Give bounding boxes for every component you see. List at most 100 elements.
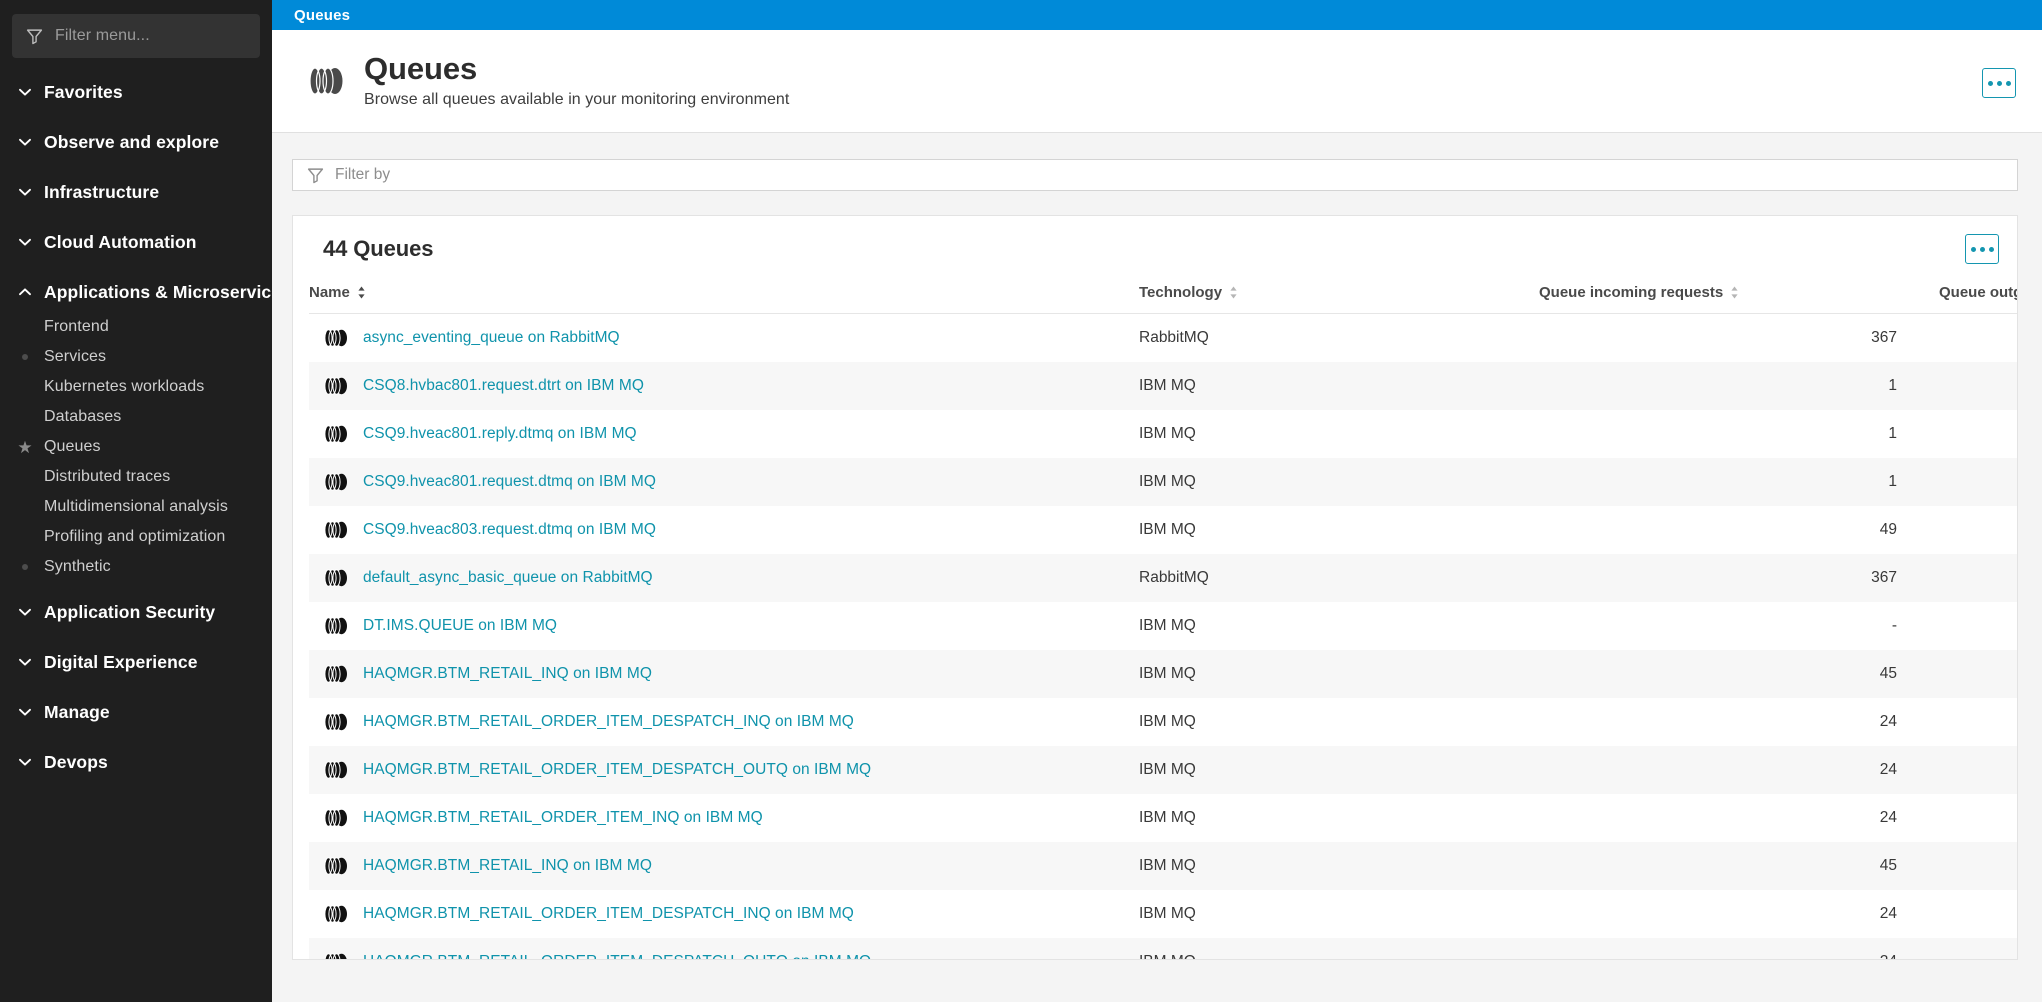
name-cell-wrapper: HAQMGR.BTM_RETAIL_INQ on IBM MQ [323, 855, 1139, 877]
cell-queue-incoming-requests: 367 [1871, 328, 1897, 346]
queue-name-link[interactable]: CSQ9.hveac801.reply.dtmq on IBM MQ [363, 425, 637, 443]
table-row[interactable]: HAQMGR.BTM_RETAIL_ORDER_ITEM_DESPATCH_IN… [309, 890, 2017, 938]
queue-name-link[interactable]: async_eventing_queue on RabbitMQ [363, 329, 620, 347]
table-row[interactable]: default_async_basic_queue on RabbitMQ Rab… [309, 553, 2017, 602]
page-actions-kebab-button[interactable] [1982, 68, 2016, 98]
name-cell-wrapper: CSQ9.hveac801.request.dtmq on IBM MQ [323, 471, 1139, 493]
funnel-icon [307, 167, 324, 183]
cell-name: HAQMGR.BTM_RETAIL_ORDER_ITEM_DESPATCH_IN… [309, 890, 1139, 938]
table-row[interactable]: CSQ9.hveac803.request.dtmq on IBM MQ IBM … [309, 506, 2017, 554]
sidebar-item-distributed-traces[interactable]: Distributed traces [0, 462, 272, 492]
sidebar-group-infrastructure[interactable]: Infrastructure [0, 172, 272, 212]
table-row[interactable]: CSQ8.hvbac801.request.dtrt on IBM MQ IBM … [309, 361, 2017, 410]
chevron-down-icon [19, 708, 31, 716]
column-header-queue-incoming-requests[interactable]: Queue incoming requests [1539, 278, 1939, 314]
table-row[interactable]: CSQ9.hveac801.request.dtmq on IBM MQ IBM … [309, 457, 2017, 506]
cell-technology: IBM MQ [1139, 424, 1196, 442]
queue-name-link[interactable]: HAQMGR.BTM_RETAIL_ORDER_ITEM_DESPATCH_IN… [363, 905, 854, 923]
sidebar-group-cloud-automation[interactable]: Cloud Automation [0, 222, 272, 262]
table-row[interactable]: HAQMGR.BTM_RETAIL_ORDER_ITEM_DESPATCH_OU… [309, 937, 2017, 960]
queue-name-link[interactable]: CSQ8.hvbac801.request.dtrt on IBM MQ [363, 377, 644, 395]
sidebar-group-applications-microservices[interactable]: Applications & Microservices [0, 272, 272, 312]
sidebar-group-observe-and-explore[interactable]: Observe and explore [0, 122, 272, 162]
queue-name-link[interactable]: CSQ9.hveac803.request.dtmq on IBM MQ [363, 521, 656, 539]
cell-name: HAQMGR.BTM_RETAIL_ORDER_ITEM_DESPATCH_OU… [309, 745, 1139, 794]
sidebar-item-queues[interactable]: ★ Queues [0, 432, 272, 462]
cell-technology: RabbitMQ [1139, 553, 1539, 602]
sidebar-group-devops[interactable]: Devops [0, 742, 272, 782]
sort-arrows-icon [358, 286, 365, 299]
queue-name-link[interactable]: default_async_basic_queue on RabbitMQ [363, 569, 653, 587]
filter-by-input[interactable]: Filter by [292, 159, 2018, 191]
table-row[interactable]: HAQMGR.BTM_RETAIL_ORDER_ITEM_DESPATCH_OU… [309, 745, 2017, 794]
column-header-name[interactable]: Name [309, 278, 1139, 314]
table-row[interactable]: HAQMGR.BTM_RETAIL_ORDER_ITEM_DESPATCH_IN… [309, 698, 2017, 746]
table-actions-kebab-button[interactable] [1965, 234, 1999, 264]
chevron-down-icon [19, 188, 31, 196]
sidebar-group-label: Application Security [44, 601, 216, 622]
sidebar-item-multidimensional-analysis[interactable]: Multidimensional analysis [0, 492, 272, 522]
cell-technology: IBM MQ [1139, 520, 1196, 538]
name-cell-wrapper: HAQMGR.BTM_RETAIL_ORDER_ITEM_DESPATCH_OU… [323, 951, 1139, 960]
sidebar-item-synthetic[interactable]: Synthetic [0, 552, 272, 582]
queue-stack-icon [324, 616, 347, 635]
kebab-dot-icon [1987, 80, 1993, 86]
sidebar-filter-menu-input[interactable]: Filter menu... [12, 14, 260, 58]
column-header-technology[interactable]: Technology [1139, 278, 1539, 314]
queue-name-link[interactable]: DT.IMS.QUEUE on IBM MQ [363, 617, 557, 635]
queue-name-link[interactable]: HAQMGR.BTM_RETAIL_INQ on IBM MQ [363, 857, 652, 875]
table-row[interactable]: HAQMGR.BTM_RETAIL_INQ on IBM MQ IBM MQ454… [309, 841, 2017, 890]
sidebar-group-digital-experience[interactable]: Digital Experience [0, 642, 272, 682]
marker-spacer [16, 528, 34, 546]
queue-name-link[interactable]: HAQMGR.BTM_RETAIL_ORDER_ITEM_DESPATCH_OU… [363, 761, 871, 779]
sidebar-group-application-security[interactable]: Application Security [0, 592, 272, 632]
queue-name-link[interactable]: HAQMGR.BTM_RETAIL_INQ on IBM MQ [363, 665, 652, 683]
cell-queue-incoming-requests: 45 [1539, 649, 1939, 698]
cell-name: HAQMGR.BTM_RETAIL_INQ on IBM MQ [309, 841, 1139, 890]
queue-stack-icon [324, 520, 347, 539]
sidebar-item-databases[interactable]: Databases [0, 402, 272, 432]
cell-queue-outgoing-requests: 103 [1939, 602, 2017, 650]
cell-queue-incoming-requests: 49 [1879, 520, 1897, 538]
sidebar-item-kubernetes-workloads[interactable]: Kubernetes workloads [0, 372, 272, 402]
sidebar-item-profiling-and-optimization[interactable]: Profiling and optimization [0, 522, 272, 552]
column-label-name: Name [309, 284, 350, 301]
main-content: Queues Queues Browse all queues availabl… [272, 0, 2042, 1002]
sidebar-item-services[interactable]: Services [0, 342, 272, 372]
cell-name: HAQMGR.BTM_RETAIL_ORDER_ITEM_DESPATCH_IN… [309, 698, 1139, 746]
breadcrumb-queues[interactable]: Queues [294, 7, 350, 24]
cell-queue-outgoing-requests: - [1939, 361, 2017, 410]
cell-queue-incoming-requests: 24 [1539, 745, 1939, 794]
chevron-down-icon [19, 658, 31, 666]
name-cell-wrapper: CSQ9.hveac803.request.dtmq on IBM MQ [323, 519, 1139, 541]
sidebar-group-favorites[interactable]: Favorites [0, 72, 272, 112]
queue-name-link[interactable]: HAQMGR.BTM_RETAIL_ORDER_ITEM_DESPATCH_IN… [363, 713, 854, 731]
sidebar-item-frontend[interactable]: Frontend [0, 312, 272, 342]
table-row[interactable]: HAQMGR.BTM_RETAIL_INQ on IBM MQ IBM MQ454… [309, 649, 2017, 698]
queue-stack-icon [324, 712, 347, 731]
sidebar-group-label: Cloud Automation [44, 231, 197, 252]
table-row[interactable]: async_eventing_queue on RabbitMQ RabbitMQ… [309, 314, 2017, 362]
cell-queue-incoming-requests: 45 [1539, 841, 1939, 890]
table-row[interactable]: DT.IMS.QUEUE on IBM MQ IBM MQ - 103 [309, 602, 2017, 650]
sidebar-group-manage[interactable]: Manage [0, 692, 272, 732]
table-row[interactable]: HAQMGR.BTM_RETAIL_ORDER_ITEM_INQ on IBM … [309, 794, 2017, 842]
cell-name: HAQMGR.BTM_RETAIL_ORDER_ITEM_DESPATCH_OU… [309, 937, 1139, 960]
name-cell-wrapper: async_eventing_queue on RabbitMQ [323, 327, 1139, 349]
chevron-down-icon [19, 608, 31, 616]
queue-name-link[interactable]: HAQMGR.BTM_RETAIL_ORDER_ITEM_DESPATCH_OU… [363, 953, 871, 960]
cell-queue-incoming-requests: 1 [1539, 457, 1939, 506]
cell-technology: IBM MQ [1139, 712, 1196, 730]
queue-name-link[interactable]: HAQMGR.BTM_RETAIL_ORDER_ITEM_INQ on IBM … [363, 809, 763, 827]
table-row[interactable]: CSQ9.hveac801.reply.dtmq on IBM MQ IBM MQ… [309, 410, 2017, 458]
kebab-dot-icon [1996, 80, 2002, 86]
column-label-outgoing: Queue outgoing requests [1939, 284, 2017, 301]
column-header-queue-outgoing-requests[interactable]: Queue outgoing requests [1939, 278, 2017, 314]
cell-technology: IBM MQ [1139, 937, 1539, 959]
column-label-incoming: Queue incoming requests [1539, 284, 1724, 301]
sidebar-item-label: Databases [44, 408, 122, 425]
name-cell-wrapper: CSQ8.hvbac801.request.dtrt on IBM MQ [323, 375, 1139, 397]
queue-name-link[interactable]: CSQ9.hveac801.request.dtmq on IBM MQ [363, 473, 656, 491]
